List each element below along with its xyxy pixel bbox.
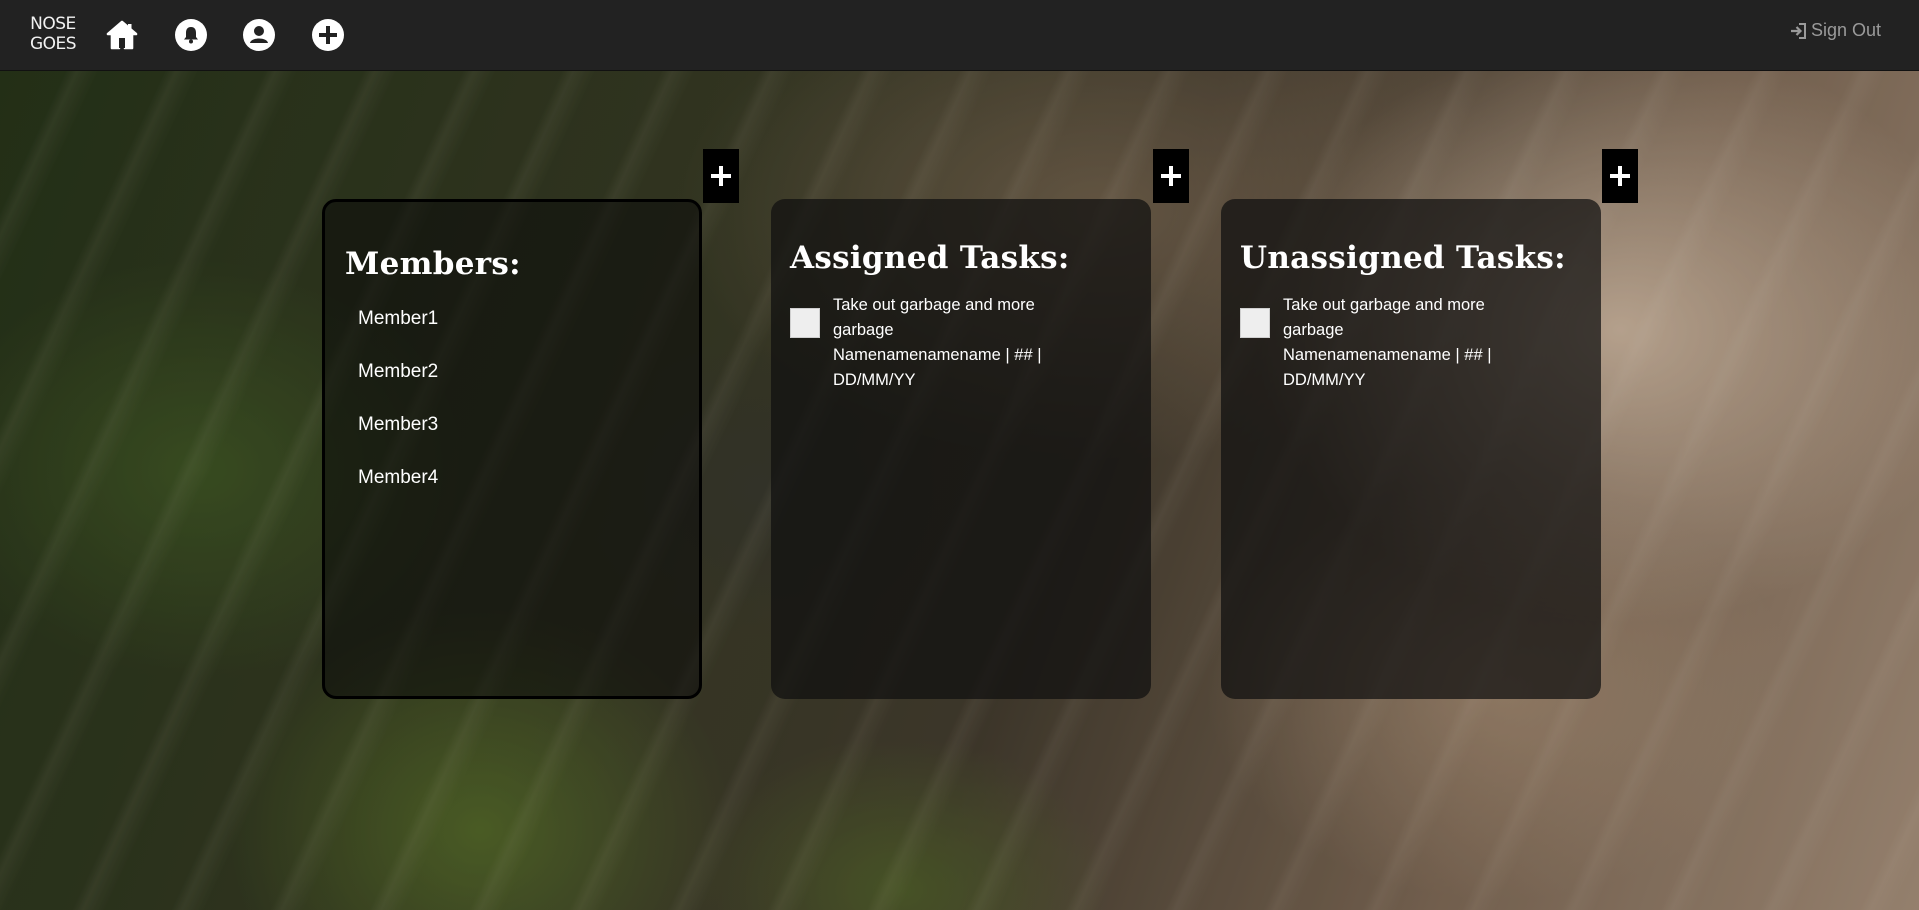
notifications-button[interactable] bbox=[174, 18, 208, 52]
add-member-button[interactable] bbox=[703, 149, 739, 203]
plus-icon bbox=[711, 166, 731, 186]
task-meta: Namenamenamename | ## | DD/MM/YY bbox=[833, 346, 1042, 389]
bell-icon bbox=[175, 19, 207, 51]
plus-icon bbox=[1610, 166, 1630, 186]
plus-circle-icon bbox=[312, 19, 344, 51]
task-title: Take out garbage and more garbage bbox=[833, 296, 1035, 339]
create-button[interactable] bbox=[311, 18, 345, 52]
home-icon bbox=[106, 20, 138, 50]
logo-line-1: NOSE bbox=[30, 14, 76, 34]
add-assigned-task-button[interactable] bbox=[1153, 149, 1189, 203]
logo-line-2: GOES bbox=[29, 34, 77, 54]
unassigned-tasks-title: Unassigned Tasks: bbox=[1240, 240, 1566, 276]
member-item[interactable]: Member3 bbox=[358, 414, 438, 467]
member-list: Member1 Member2 Member3 Member4 bbox=[358, 308, 438, 520]
home-button[interactable] bbox=[105, 18, 139, 52]
page: NOSE GOES Sign Out Members: Member1 Memb… bbox=[0, 0, 1919, 910]
top-navbar: NOSE GOES Sign Out bbox=[0, 0, 1919, 71]
profile-button[interactable] bbox=[242, 18, 276, 52]
members-title: Members: bbox=[345, 246, 521, 282]
add-unassigned-task-button[interactable] bbox=[1602, 149, 1638, 203]
task-text: Take out garbage and more garbage Namena… bbox=[833, 293, 1083, 393]
members-panel: Members: Member1 Member2 Member3 Member4 bbox=[322, 199, 702, 699]
member-item[interactable]: Member4 bbox=[358, 467, 438, 520]
assigned-tasks-title: Assigned Tasks: bbox=[790, 240, 1070, 276]
sign-out-label: Sign Out bbox=[1810, 20, 1881, 40]
user-icon bbox=[243, 19, 275, 51]
task-title: Take out garbage and more garbage bbox=[1283, 296, 1485, 339]
task-checkbox[interactable] bbox=[1240, 308, 1270, 338]
assigned-tasks-panel: Assigned Tasks: Take out garbage and mor… bbox=[771, 199, 1151, 699]
member-item[interactable]: Member1 bbox=[358, 308, 438, 361]
task-text: Take out garbage and more garbage Namena… bbox=[1283, 293, 1533, 393]
sign-out-button[interactable]: Sign Out bbox=[1789, 20, 1881, 41]
task-checkbox[interactable] bbox=[790, 308, 820, 338]
logo[interactable]: NOSE GOES bbox=[28, 14, 78, 56]
task-meta: Namenamenamename | ## | DD/MM/YY bbox=[1283, 346, 1492, 389]
unassigned-tasks-panel: Unassigned Tasks: Take out garbage and m… bbox=[1221, 199, 1601, 699]
sign-in-icon bbox=[1790, 22, 1806, 39]
plus-icon bbox=[1161, 166, 1181, 186]
member-item[interactable]: Member2 bbox=[358, 361, 438, 414]
